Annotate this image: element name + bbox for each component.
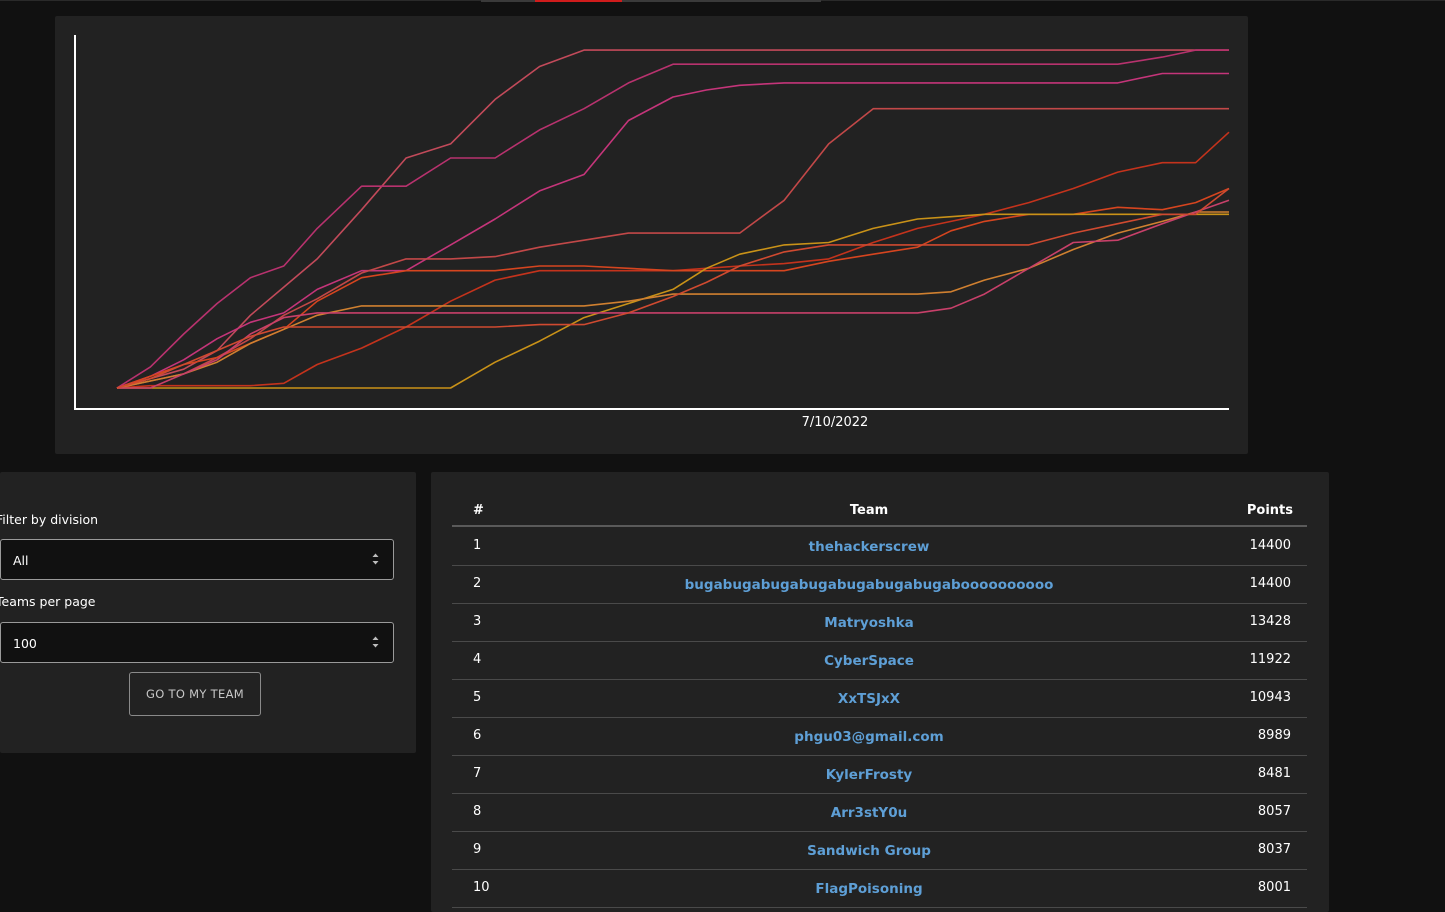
table-header: # Team Points	[452, 496, 1307, 527]
scoreboard-table: # Team Points 1 thehackerscrew 14400 2 b…	[431, 472, 1329, 912]
team-link[interactable]: XxTSJxX	[452, 691, 1286, 707]
series-line-5	[116, 131, 1230, 389]
division-select-value: All	[13, 553, 29, 568]
team-link[interactable]: thehackerscrew	[452, 539, 1286, 555]
series-line-6	[116, 187, 1230, 389]
team-link[interactable]: FlagPoisoning	[452, 881, 1286, 897]
per-page-select[interactable]: 100	[0, 622, 394, 663]
score-graph-card: 7/10/2022	[55, 16, 1248, 454]
select-arrows-icon	[372, 553, 379, 565]
row-points: 11922	[1249, 652, 1291, 667]
team-link[interactable]: Sandwich Group	[452, 843, 1286, 859]
table-row: 5 XxTSJxX 10943	[452, 680, 1307, 718]
table-row: 1 thehackerscrew 14400	[452, 528, 1307, 566]
nav-indicator-track	[481, 0, 821, 2]
division-filter-label: Filter by division	[0, 512, 99, 527]
table-row: 2 bugabugabugabugabugabugabugabooooooooo…	[452, 566, 1307, 604]
table-row: 6 phgu03@gmail.com 8989	[452, 718, 1307, 756]
per-page-label: Teams per page	[0, 594, 96, 609]
filter-panel: Filter by division All Teams per page 10…	[0, 472, 416, 753]
team-link[interactable]: Arr3stY0u	[452, 805, 1286, 821]
header-team: Team	[849, 503, 889, 518]
row-points: 8057	[1257, 804, 1291, 819]
table-row: 3 Matryoshka 13428	[452, 604, 1307, 642]
team-link[interactable]: bugabugabugabugabugabugabugaboooooooooo	[452, 577, 1286, 593]
go-to-my-team-button[interactable]: GO TO MY TEAM	[129, 672, 261, 716]
table-row: 4 CyberSpace 11922	[452, 642, 1307, 680]
header-points: Points	[1246, 503, 1293, 518]
team-link[interactable]: CyberSpace	[452, 653, 1286, 669]
nav-indicator-active	[535, 0, 622, 2]
series-line-8	[116, 211, 1229, 389]
table-row: 9 Sandwich Group 8037	[452, 832, 1307, 870]
row-points: 14400	[1249, 576, 1291, 591]
table-row: 8 Arr3stY0u 8057	[452, 794, 1307, 832]
series-line-1	[116, 49, 1229, 389]
per-page-select-value: 100	[13, 636, 37, 651]
select-arrows-icon	[372, 636, 379, 648]
team-link[interactable]: KylerFrosty	[452, 767, 1286, 783]
division-select[interactable]: All	[0, 539, 394, 580]
score-graph: 7/10/2022	[74, 35, 1230, 430]
series-layer	[116, 49, 1230, 389]
row-points: 8001	[1257, 880, 1291, 895]
team-link[interactable]: phgu03@gmail.com	[452, 729, 1286, 745]
row-points: 10943	[1249, 690, 1291, 705]
row-points: 8989	[1257, 728, 1291, 743]
row-points: 13428	[1249, 614, 1291, 629]
table-row: 10 FlagPoisoning 8001	[452, 870, 1307, 908]
table-row: 7 KylerFrosty 8481	[452, 756, 1307, 794]
x-tick-label: 7/10/2022	[802, 415, 869, 430]
series-line-3	[116, 72, 1229, 389]
row-points: 8037	[1257, 842, 1291, 857]
row-points: 8481	[1257, 766, 1291, 781]
series-line-10	[116, 187, 1230, 389]
series-line-2	[116, 49, 1229, 389]
team-link[interactable]: Matryoshka	[452, 615, 1286, 631]
series-line-7	[117, 213, 1229, 389]
row-points: 14400	[1249, 538, 1291, 553]
